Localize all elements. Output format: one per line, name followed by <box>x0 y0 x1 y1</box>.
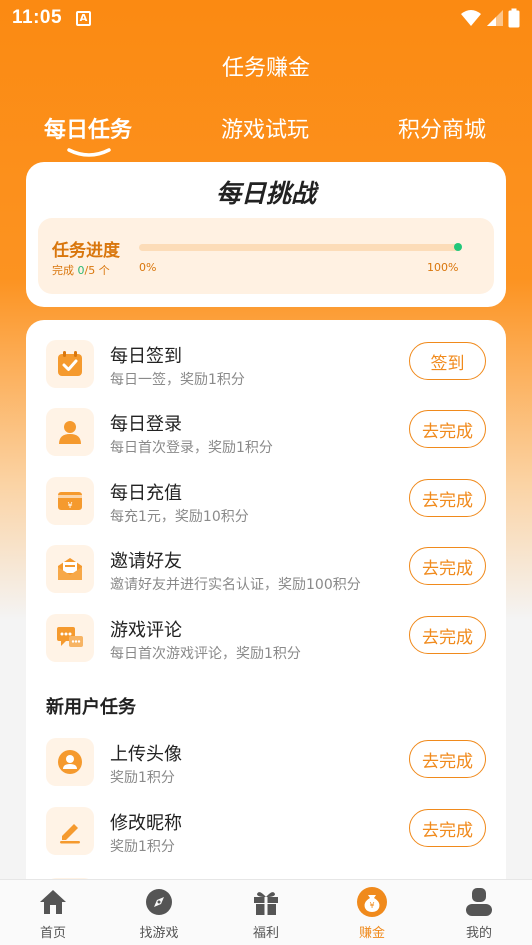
total-count: /5 个 <box>84 264 110 277</box>
task-name: 每日充值 <box>110 483 182 504</box>
task-row-recharge: ¥ 每日充值 每充1元，奖励10积分 去完成 <box>26 471 506 531</box>
upload-avatar-button[interactable]: 去完成 <box>409 740 486 778</box>
task-row-avatar: 上传头像 奖励1积分 去完成 <box>26 732 506 792</box>
daily-challenge-card: 每日挑战 任务进度 完成 0/5 个 0% 100% <box>26 162 506 307</box>
status-bar: 11:05 A <box>0 0 532 36</box>
checkin-button[interactable]: 签到 <box>409 342 486 380</box>
task-name: 游戏评论 <box>110 620 182 641</box>
review-task-button[interactable]: 去完成 <box>409 616 486 654</box>
task-name: 每日登录 <box>110 414 182 435</box>
bottom-nav: 首页 找游戏 福利 ¥ 赚金 我的 <box>0 879 532 945</box>
tab-active-indicator <box>67 148 111 157</box>
tab-daily-tasks[interactable]: 每日任务 <box>44 112 132 144</box>
task-name: 每日签到 <box>110 346 182 367</box>
tab-game-trial[interactable]: 游戏试玩 <box>221 112 309 144</box>
nav-home[interactable]: 首页 <box>13 886 93 941</box>
avatar-icon <box>46 738 94 786</box>
wifi-icon <box>461 10 481 26</box>
task-desc: 每日首次登录，奖励1积分 <box>110 440 273 456</box>
task-row-nickname: 修改昵称 奖励1积分 去完成 <box>26 801 506 861</box>
task-desc: 奖励1积分 <box>110 770 175 786</box>
progress-max-label: 100% <box>427 261 459 274</box>
completed-prefix: 完成 <box>52 264 78 277</box>
task-name: 上传头像 <box>110 744 182 765</box>
nav-earn[interactable]: ¥ 赚金 <box>332 886 412 941</box>
task-name: 修改昵称 <box>110 813 182 834</box>
tab-bar: 每日任务 游戏试玩 积分商城 <box>0 108 532 158</box>
challenge-title: 每日挑战 <box>215 179 316 208</box>
tasks-card: 每日签到 每日一签，奖励1积分 签到 每日登录 每日首次登录，奖励1积分 去完成… <box>26 320 506 920</box>
task-row-checkin: 每日签到 每日一签，奖励1积分 签到 <box>26 334 506 394</box>
task-desc: 奖励1积分 <box>110 839 175 855</box>
calendar-check-icon <box>46 340 94 388</box>
progress-label: 任务进度 <box>52 241 120 261</box>
page-title: 任务赚金 <box>221 56 310 81</box>
nav-label: 我的 <box>465 926 492 941</box>
task-row-login: 每日登录 每日首次登录，奖励1积分 去完成 <box>26 402 506 462</box>
notification-icon: A <box>76 10 92 26</box>
nav-welfare[interactable]: 福利 <box>226 886 306 941</box>
progress-bar <box>139 243 462 251</box>
progress-end-marker <box>454 243 462 251</box>
money-bag-icon: ¥ <box>356 886 388 918</box>
pencil-icon <box>46 807 94 855</box>
nav-find-games[interactable]: 找游戏 <box>119 886 199 941</box>
task-row-review: 游戏评论 每日首次游戏评论，奖励1积分 去完成 <box>26 608 506 668</box>
tab-points-mall[interactable]: 积分商城 <box>398 112 486 144</box>
nav-label: 找游戏 <box>139 926 179 941</box>
task-desc: 每充1元，奖励10积分 <box>110 509 249 525</box>
compass-icon <box>143 886 175 918</box>
edit-nickname-button[interactable]: 去完成 <box>409 809 486 847</box>
envelope-icon <box>46 545 94 593</box>
nav-label: 福利 <box>252 926 279 941</box>
chat-icon <box>46 614 94 662</box>
nav-profile[interactable]: 我的 <box>439 886 519 941</box>
profile-icon <box>463 886 495 918</box>
signal-icon <box>487 10 503 26</box>
new-user-section-title: 新用户任务 <box>46 697 136 718</box>
invite-task-button[interactable]: 去完成 <box>409 547 486 585</box>
task-desc: 邀请好友并进行实名认证，奖励100积分 <box>110 577 361 593</box>
login-task-button[interactable]: 去完成 <box>409 410 486 448</box>
svg-text:¥: ¥ <box>369 901 374 910</box>
home-icon <box>37 886 69 918</box>
recharge-task-button[interactable]: 去完成 <box>409 479 486 517</box>
task-row-invite: 邀请好友 邀请好友并进行实名认证，奖励100积分 去完成 <box>26 539 506 599</box>
gift-icon <box>250 886 282 918</box>
task-desc: 每日一签，奖励1积分 <box>110 372 245 388</box>
task-desc: 每日首次游戏评论，奖励1积分 <box>110 646 301 662</box>
progress-min-label: 0% <box>139 261 157 274</box>
completed-count: 0 <box>77 264 85 277</box>
task-name: 邀请好友 <box>110 551 182 572</box>
svg-text:¥: ¥ <box>67 501 72 510</box>
battery-icon <box>508 8 520 28</box>
nav-label: 首页 <box>39 926 66 941</box>
wallet-icon: ¥ <box>46 477 94 525</box>
progress-count: 完成 0/5 个 <box>52 262 110 278</box>
status-time: 11:05 <box>12 7 63 28</box>
nav-label: 赚金 <box>358 926 385 941</box>
user-icon <box>46 408 94 456</box>
task-progress-panel: 任务进度 完成 0/5 个 0% 100% <box>38 218 494 294</box>
